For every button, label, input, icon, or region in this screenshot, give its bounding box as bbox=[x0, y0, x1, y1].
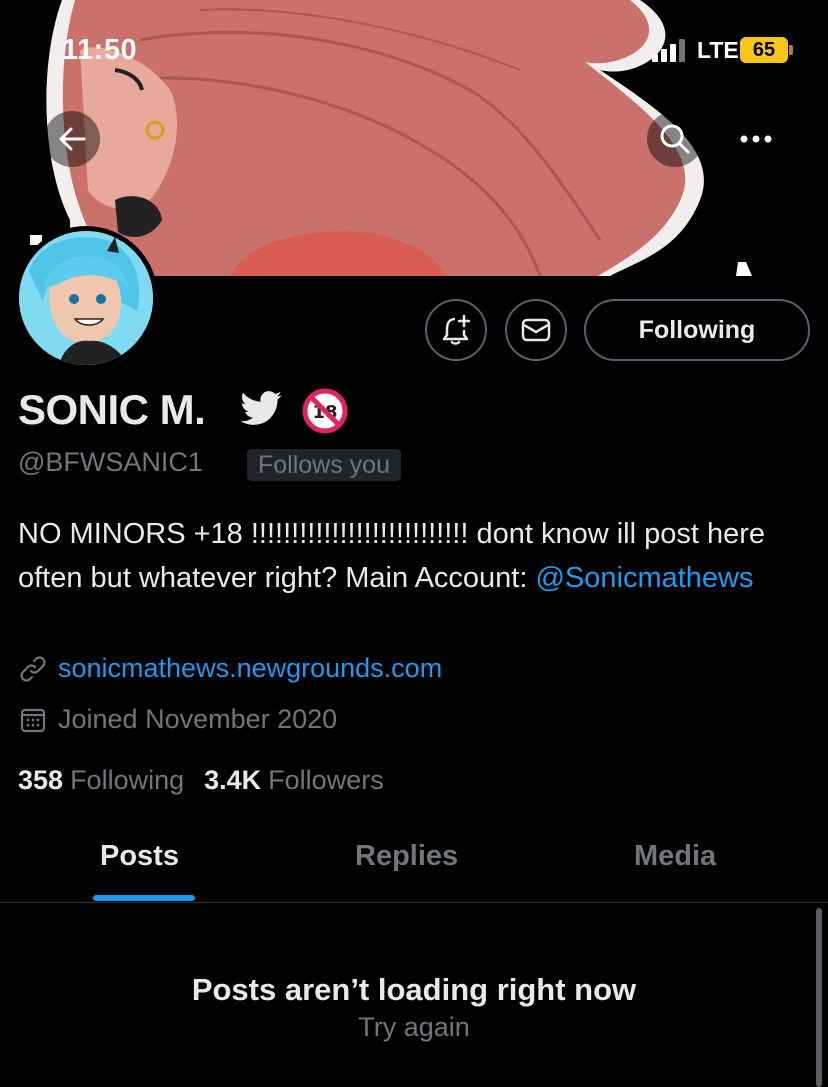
status-time: 11:50 bbox=[62, 34, 138, 66]
website-row[interactable]: sonicmathews.newgrounds.com bbox=[18, 653, 442, 684]
tab-media[interactable]: Media bbox=[634, 840, 716, 873]
search-button[interactable] bbox=[647, 111, 703, 167]
followers-count-link[interactable]: 3.4K Followers bbox=[204, 765, 384, 796]
envelope-icon bbox=[521, 318, 551, 342]
website-link[interactable]: sonicmathews.newgrounds.com bbox=[58, 653, 442, 684]
follow-counts: 358 Following 3.4K Followers bbox=[18, 765, 384, 796]
battery-indicator: 65 bbox=[740, 37, 788, 63]
link-icon bbox=[20, 655, 46, 682]
arrow-left-icon bbox=[59, 127, 86, 151]
display-name: SONIC M. bbox=[18, 386, 206, 433]
battery-tip bbox=[789, 45, 793, 55]
active-tab-indicator bbox=[93, 895, 195, 901]
try-again-button[interactable]: Try again bbox=[0, 1012, 828, 1043]
following-button[interactable]: Following bbox=[584, 299, 810, 361]
following-label: Following bbox=[70, 765, 185, 795]
notify-button[interactable] bbox=[425, 299, 487, 361]
feed-error-title: Posts aren’t loading right now bbox=[191, 972, 637, 1007]
search-icon bbox=[660, 124, 690, 154]
tab-replies[interactable]: Replies bbox=[355, 840, 458, 873]
followers-label: Followers bbox=[268, 765, 384, 795]
user-handle: @BFWSANIC1 bbox=[18, 447, 203, 477]
more-horizontal-icon bbox=[740, 135, 772, 143]
calendar-icon bbox=[20, 708, 46, 732]
no-under-18-icon: 18 bbox=[302, 388, 348, 434]
bell-plus-icon bbox=[442, 314, 471, 345]
status-bar: 11:50 LTE 65 bbox=[0, 0, 828, 100]
bio-mention-link[interactable]: @Sonicmathews bbox=[535, 562, 753, 594]
twitter-bird-icon bbox=[240, 391, 282, 425]
network-type: LTE bbox=[697, 37, 739, 63]
joined-date: Joined November 2020 bbox=[58, 704, 338, 734]
avatar[interactable] bbox=[14, 226, 158, 370]
avatar-image bbox=[19, 231, 153, 365]
tab-posts[interactable]: Posts bbox=[100, 840, 179, 873]
following-count: 358 bbox=[18, 765, 64, 795]
follows-you-badge: Follows you bbox=[247, 449, 401, 481]
message-button[interactable] bbox=[505, 299, 567, 361]
followers-count: 3.4K bbox=[204, 765, 262, 795]
more-button[interactable] bbox=[728, 111, 784, 167]
back-button[interactable] bbox=[44, 111, 100, 167]
cellular-signal-icon bbox=[652, 39, 685, 62]
following-count-link[interactable]: 358 Following bbox=[18, 765, 184, 796]
joined-row: Joined November 2020 bbox=[18, 704, 337, 735]
profile-bio: NO MINORS +18 !!!!!!!!!!!!!!!!!!!!!!!!!!… bbox=[18, 512, 808, 600]
profile-tabs: Posts Replies Media bbox=[0, 826, 828, 903]
